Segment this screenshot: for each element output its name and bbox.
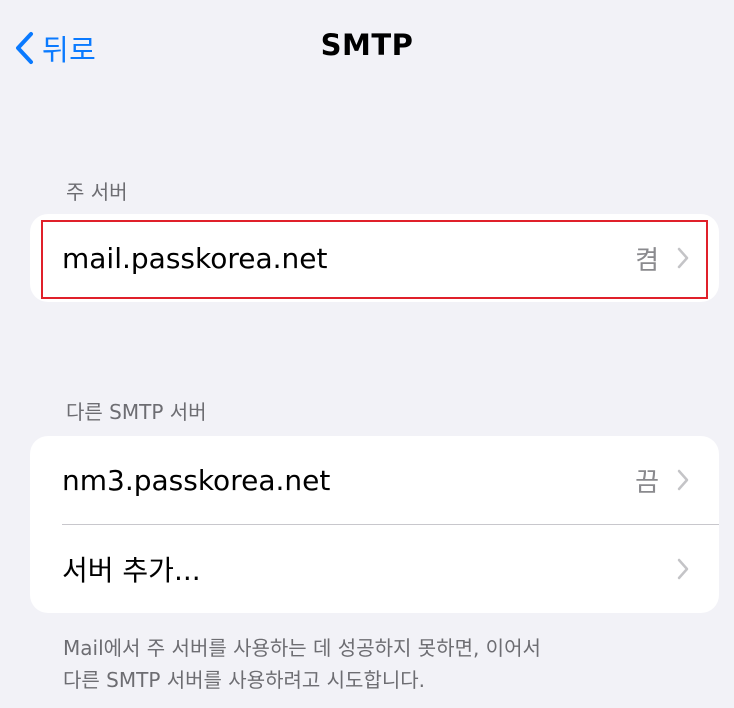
other-servers-header: 다른 SMTP 서버 <box>66 400 207 424</box>
primary-server-header: 주 서버 <box>66 180 128 204</box>
footer-line-1: Mail에서 주 서버를 사용하는 데 성공하지 못하면, 이어서 <box>63 636 541 660</box>
footer-note: Mail에서 주 서버를 사용하는 데 성공하지 못하면, 이어서 다른 SMT… <box>63 632 703 696</box>
add-server-label: 서버 추가... <box>62 554 201 587</box>
other-server-name: nm3.passkorea.net <box>62 463 331 497</box>
navigation-bar: 뒤로 SMTP <box>0 0 734 96</box>
other-server-status: 끔 <box>635 467 659 498</box>
footer-line-2: 다른 SMTP 서버를 사용하려고 시도합니다. <box>63 668 426 692</box>
page-title: SMTP <box>320 28 414 62</box>
chevron-right-icon <box>677 558 689 580</box>
add-server-row[interactable]: 서버 추가... <box>30 525 719 613</box>
highlight-box <box>41 220 708 299</box>
other-server-row[interactable]: nm3.passkorea.net 끔 <box>30 436 719 524</box>
other-servers-group: nm3.passkorea.net 끔 서버 추가... <box>30 436 719 613</box>
chevron-right-icon <box>677 469 689 491</box>
